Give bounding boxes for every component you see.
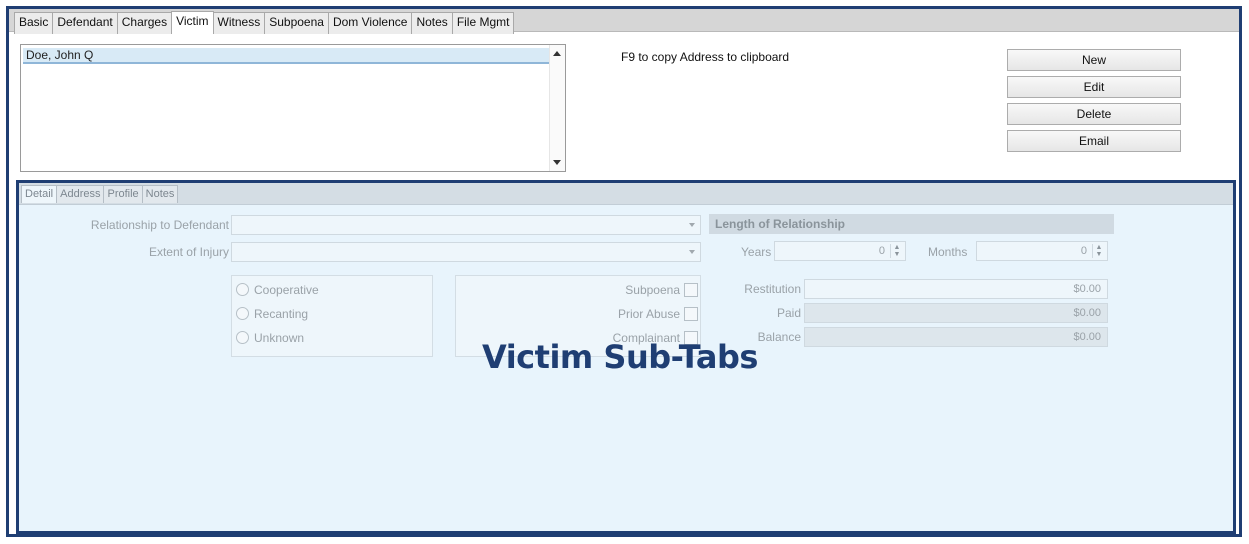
sub-tab-notes[interactable]: Notes [141,185,179,203]
paid-field: $0.00 [804,303,1108,323]
victim-sub-tabs-annotation: Victim Sub-Tabs [482,338,758,376]
top-tab-bar: Basic Defendant Charges Victim Witness S… [9,9,1239,34]
prior-abuse-label: Prior Abuse [617,307,680,321]
paid-label: Paid [776,306,801,320]
tab-charges[interactable]: Charges [116,12,173,34]
victim-sub-tabs-panel: Detail Address Profile Notes Relationshi… [16,180,1236,534]
tab-basic[interactable]: Basic [14,12,54,34]
stepper-arrows-icon[interactable]: ▲ ▼ [890,244,903,258]
scroll-down-icon[interactable] [553,160,561,165]
radio-cooperative[interactable]: Cooperative [236,283,319,297]
radio-label: Cooperative [254,283,319,297]
relationship-select[interactable] [231,215,701,235]
months-label: Months [928,245,968,259]
months-stepper[interactable]: 0 ▲ ▼ [976,241,1108,261]
injury-select[interactable] [231,242,701,262]
cooperation-group: Cooperative Recanting Unknown [231,275,433,357]
edit-button[interactable]: Edit [1007,76,1181,98]
chevron-down-icon [689,250,695,254]
tab-dom-violence[interactable]: Dom Violence [327,12,413,34]
sub-tab-bar: Detail Address Profile Notes [19,183,1233,205]
scroll-up-icon[interactable] [553,51,561,56]
radio-icon[interactable] [236,307,249,320]
balance-field: $0.00 [804,327,1108,347]
restitution-field[interactable]: $0.00 [804,279,1108,299]
length-of-relationship-header: Length of Relationship [709,214,1114,234]
sub-tabs: Detail Address Profile Notes [21,185,179,203]
tab-witness[interactable]: Witness [212,12,266,34]
top-tabs: Basic Defendant Charges Victim Witness S… [14,11,515,34]
tab-defendant[interactable]: Defendant [52,12,118,34]
radio-unknown[interactable]: Unknown [236,331,304,345]
tab-file-mgmt[interactable]: File Mgmt [451,12,515,34]
injury-label: Extent of Injury [148,245,229,259]
delete-button[interactable]: Delete [1007,103,1181,125]
years-value: 0 [878,245,885,257]
tab-subpoena[interactable]: Subpoena [264,12,329,34]
years-stepper[interactable]: 0 ▲ ▼ [774,241,906,261]
radio-label: Recanting [254,307,309,321]
email-button[interactable]: Email [1007,130,1181,152]
tab-victim[interactable]: Victim [171,11,214,33]
main-frame: Basic Defendant Charges Victim Witness S… [6,6,1242,537]
copy-address-hint: F9 to copy Address to clipboard [621,50,790,64]
sub-tab-address[interactable]: Address [56,185,105,203]
prior-abuse-checkbox[interactable] [684,307,698,321]
subpoena-label: Subpoena [625,283,680,297]
radio-recanting[interactable]: Recanting [236,307,308,321]
stepper-arrows-icon[interactable]: ▲ ▼ [1092,244,1105,258]
years-label: Years [741,245,772,259]
victim-list[interactable]: Doe, John Q [20,44,566,172]
radio-icon[interactable] [236,331,249,344]
radio-label: Unknown [254,331,305,345]
tab-notes[interactable]: Notes [411,12,453,34]
sub-tab-detail[interactable]: Detail [21,185,58,203]
relationship-label: Relationship to Defendant [90,218,229,232]
list-item[interactable]: Doe, John Q [23,48,549,64]
subpoena-checkbox[interactable] [684,283,698,297]
restitution-label: Restitution [744,282,801,296]
sub-tab-profile[interactable]: Profile [103,185,143,203]
list-scrollbar[interactable] [549,45,565,171]
new-button[interactable]: New [1007,49,1181,71]
months-value: 0 [1080,245,1087,257]
chevron-down-icon [689,223,695,227]
radio-icon[interactable] [236,283,249,296]
